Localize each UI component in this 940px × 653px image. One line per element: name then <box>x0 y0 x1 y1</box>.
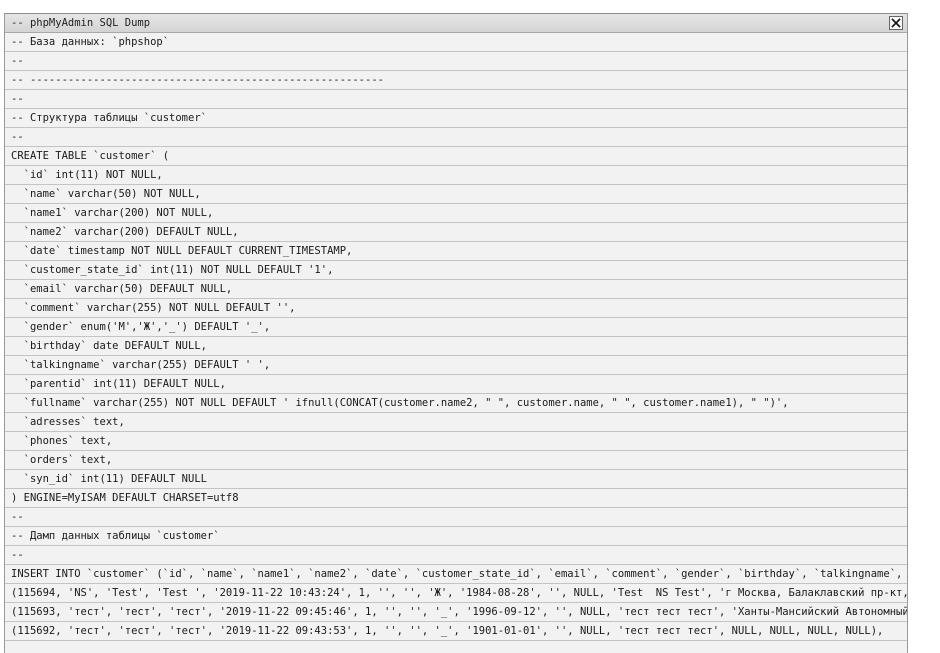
sql-line: (115693, 'тест', 'тест', 'тест', '2019-1… <box>5 603 907 622</box>
close-icon <box>891 18 901 28</box>
sql-line: `fullname` varchar(255) NOT NULL DEFAULT… <box>5 394 907 413</box>
sql-line: `gender` enum('М','Ж','_') DEFAULT '_', <box>5 318 907 337</box>
sql-line: `orders` text, <box>5 451 907 470</box>
sql-line: `email` varchar(50) DEFAULT NULL, <box>5 280 907 299</box>
sql-line: -- Дамп данных таблицы `customer` <box>5 527 907 546</box>
window-titlebar: -- phpMyAdmin SQL Dump <box>5 13 907 33</box>
sql-line: `adresses` text, <box>5 413 907 432</box>
sql-line: `talkingname` varchar(255) DEFAULT ' ', <box>5 356 907 375</box>
sql-line: -- <box>5 90 907 109</box>
sql-line: `date` timestamp NOT NULL DEFAULT CURREN… <box>5 242 907 261</box>
close-button[interactable] <box>889 16 903 30</box>
sql-line: `name1` varchar(200) NOT NULL, <box>5 204 907 223</box>
sql-line: ) ENGINE=MyISAM DEFAULT CHARSET=utf8 <box>5 489 907 508</box>
sql-line: -- <box>5 52 907 71</box>
sql-line: INSERT INTO `customer` (`id`, `name`, `n… <box>5 565 907 584</box>
sql-line: (115692, 'тест', 'тест', 'тест', '2019-1… <box>5 622 907 641</box>
sql-line: -- База данных: `phpshop` <box>5 33 907 52</box>
sql-line: `id` int(11) NOT NULL, <box>5 166 907 185</box>
sql-dump-window: -- phpMyAdmin SQL Dump -- База данных: `… <box>4 13 908 653</box>
sql-line: `name` varchar(50) NOT NULL, <box>5 185 907 204</box>
sql-line: -- Структура таблицы `customer` <box>5 109 907 128</box>
sql-line: `name2` varchar(200) DEFAULT NULL, <box>5 223 907 242</box>
sql-line: -- <box>5 508 907 527</box>
sql-line: -- -------------------------------------… <box>5 71 907 90</box>
sql-line: `birthday` date DEFAULT NULL, <box>5 337 907 356</box>
sql-line: -- <box>5 128 907 147</box>
sql-line: (115694, 'NS', 'Test', 'Test ', '2019-11… <box>5 584 907 603</box>
sql-line: -- <box>5 546 907 565</box>
sql-line: `customer_state_id` int(11) NOT NULL DEF… <box>5 261 907 280</box>
sql-line: `phones` text, <box>5 432 907 451</box>
sql-line: `syn_id` int(11) DEFAULT NULL <box>5 470 907 489</box>
sql-line: `comment` varchar(255) NOT NULL DEFAULT … <box>5 299 907 318</box>
sql-line: CREATE TABLE `customer` ( <box>5 147 907 166</box>
sql-line-list: -- База данных: `phpshop` -- -- ----------… <box>5 33 907 641</box>
window-title: -- phpMyAdmin SQL Dump <box>11 17 151 29</box>
sql-line: `parentid` int(11) DEFAULT NULL, <box>5 375 907 394</box>
